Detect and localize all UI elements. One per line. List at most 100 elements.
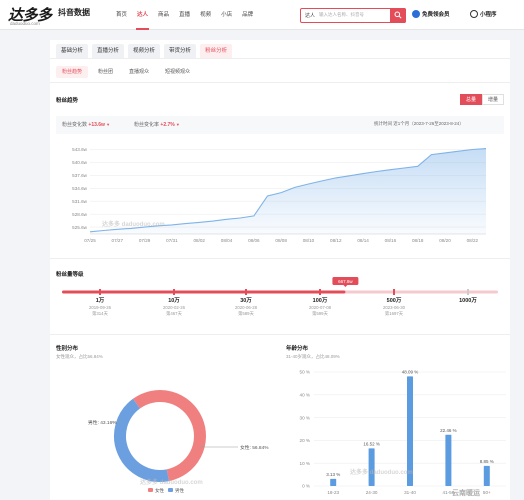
analysis-tab[interactable]: 带货分析 — [164, 44, 197, 58]
y-tick-label: 50 % — [300, 370, 310, 375]
analysis-tab[interactable]: 直播分析 — [92, 44, 125, 58]
level-label: 500万 — [387, 297, 402, 304]
fan-subtab[interactable]: 直播观众 — [123, 66, 155, 78]
logo-url: daduoduo.com — [10, 21, 40, 26]
analysis-tabs: 基础分析 直播分析 视频分析 带货分析 粉丝分析 — [56, 44, 233, 58]
free-vip-link[interactable]: 免费领会员 — [412, 10, 450, 18]
level-label: 30万 — [240, 297, 252, 304]
x-tick-label: 08/12 — [330, 238, 342, 243]
level-date: 2020-02-26 — [163, 305, 186, 310]
x-tick-label: 07/31 — [166, 238, 178, 243]
level-date: 2020-06-28 — [235, 305, 258, 310]
fan-rate-label: 粉丝变化率 — [134, 122, 160, 128]
mini-program-link[interactable]: 小程序 — [470, 10, 497, 18]
y-tick-label: 30 % — [300, 415, 310, 420]
level-marker — [245, 289, 247, 295]
nav-item[interactable]: 视频 — [195, 0, 216, 30]
analysis-tab[interactable]: 粉丝分析 — [200, 44, 233, 58]
age-bar — [368, 448, 375, 486]
watermark: 达多多 daduoduo.com — [102, 220, 165, 228]
logo[interactable]: 达多多 抖音数据 daduoduo.com — [8, 4, 104, 28]
age-bar — [445, 434, 452, 486]
nav-item[interactable]: 商品 — [153, 0, 174, 30]
y-tick-label: 543.6w — [72, 147, 87, 152]
search-button[interactable] — [390, 8, 406, 23]
trend-toggle: 总量 增量 — [460, 94, 504, 105]
bar-value-label: 8.85 % — [480, 459, 494, 464]
x-tick-label: 08/08 — [275, 238, 287, 243]
age-title: 年龄分布 — [286, 346, 309, 352]
nav-item[interactable]: 达人 — [132, 0, 153, 30]
bar-value-label: 16.52 % — [363, 441, 380, 446]
x-tick-label: 50+ — [483, 490, 491, 495]
tabs-divider — [50, 58, 510, 59]
nav-item[interactable]: 小店 — [216, 0, 237, 30]
search-box[interactable]: 达人 输入达人名称、抖音号 — [300, 8, 406, 23]
fan-change-value: +13.6w — [88, 122, 105, 128]
badge-pointer — [343, 285, 348, 287]
toggle-increment[interactable]: 增量 — [482, 94, 504, 105]
y-tick-label: 20 % — [300, 438, 310, 443]
level-label: 100万 — [313, 297, 328, 304]
fan-level-chart: 1万2019-09-26第314天10万2020-02-26第467天30万20… — [62, 277, 498, 317]
level-marker — [393, 289, 395, 295]
legend-label: 男性 — [175, 487, 184, 494]
level-days: 第467天 — [166, 310, 182, 317]
level-fill — [62, 290, 346, 294]
nav-item[interactable]: 直播 — [174, 0, 195, 30]
legend-label: 女性 — [155, 487, 164, 494]
time-range-value: 近1个月（2023-7-26至2023-8-24） — [393, 121, 464, 126]
y-tick-label: 534.6w — [72, 186, 87, 191]
main-nav: 首页 达人 商品 直播 视频 小店 品牌 — [111, 0, 258, 30]
level-days: 第1697天 — [385, 310, 404, 317]
main-panel: 基础分析 直播分析 视频分析 带货分析 粉丝分析 粉丝趋势 粉丝团 直播观众 短视频观众 粉丝… — [50, 40, 510, 500]
trend-chart: 525.6w 528.6w 531.6w 534.6w 537.6w 540.6w 543.… — [72, 147, 487, 243]
pie-slice-男性 — [114, 398, 170, 482]
fan-subtab[interactable]: 粉丝趋势 — [56, 66, 89, 78]
fan-rate-stat: 粉丝变化率 +2.7% ▼ — [134, 122, 180, 128]
level-label: 1000万 — [459, 297, 477, 304]
level-marker — [467, 289, 469, 295]
vip-icon — [412, 10, 420, 18]
time-range[interactable]: 统计时间 近1个月（2023-7-26至2023-8-24） — [374, 121, 464, 127]
analysis-tab[interactable]: 基础分析 — [56, 44, 89, 58]
gender-chart: 女性: 56.84% 男性: 43.16% 女性 男性达多多 daduoduo.com — [88, 390, 269, 494]
y-tick-label: 540.6w — [72, 160, 87, 165]
x-tick-label: 08/04 — [221, 238, 233, 243]
x-tick-label: 24-30 — [366, 490, 378, 495]
x-tick-label: 07/29 — [139, 238, 151, 243]
level-marker — [319, 289, 321, 295]
level-days: 第589天 — [238, 310, 254, 317]
level-days: 第314天 — [92, 310, 108, 317]
analysis-tab[interactable]: 视频分析 — [128, 44, 161, 58]
pie-slice-女性 — [132, 390, 206, 482]
time-range-label: 统计时间 — [374, 121, 392, 126]
level-date: 2019-09-26 — [89, 305, 112, 310]
y-tick-label: 525.6w — [72, 225, 87, 230]
level-date: 2020-07-08 — [309, 305, 332, 310]
level-divider — [50, 334, 510, 335]
level-label: 10万 — [168, 297, 180, 304]
fan-subtab[interactable]: 粉丝团 — [92, 66, 119, 78]
trend-divider — [50, 258, 510, 259]
fan-rate-value: +2.7% — [160, 122, 175, 128]
fan-subtab[interactable]: 短视频观众 — [159, 66, 196, 78]
x-tick-label: 07/25 — [84, 238, 96, 243]
current-badge: 667.8w — [338, 279, 353, 284]
age-bar — [330, 478, 337, 486]
nav-item[interactable]: 首页 — [111, 0, 132, 30]
trend-title: 粉丝趋势 — [56, 98, 79, 104]
level-marker — [99, 289, 101, 295]
level-date: 2023-06-30 — [383, 305, 406, 310]
y-tick-label: 531.6w — [72, 199, 87, 204]
search-input[interactable]: 输入达人名称、抖音号 — [319, 12, 364, 18]
x-tick-label: 08/16 — [385, 238, 397, 243]
search-type-select[interactable]: 达人 — [305, 12, 315, 19]
fan-change-stat: 粉丝变化数 +13.6w ▼ — [62, 122, 111, 128]
y-tick-label: 40 % — [300, 393, 310, 398]
legend-swatch — [168, 488, 173, 492]
x-tick-label: 08/14 — [357, 238, 369, 243]
nav-item[interactable]: 品牌 — [237, 0, 258, 30]
toggle-total[interactable]: 总量 — [460, 94, 482, 105]
age-subtitle: 31-40岁观众，占比48.09% — [286, 354, 340, 359]
